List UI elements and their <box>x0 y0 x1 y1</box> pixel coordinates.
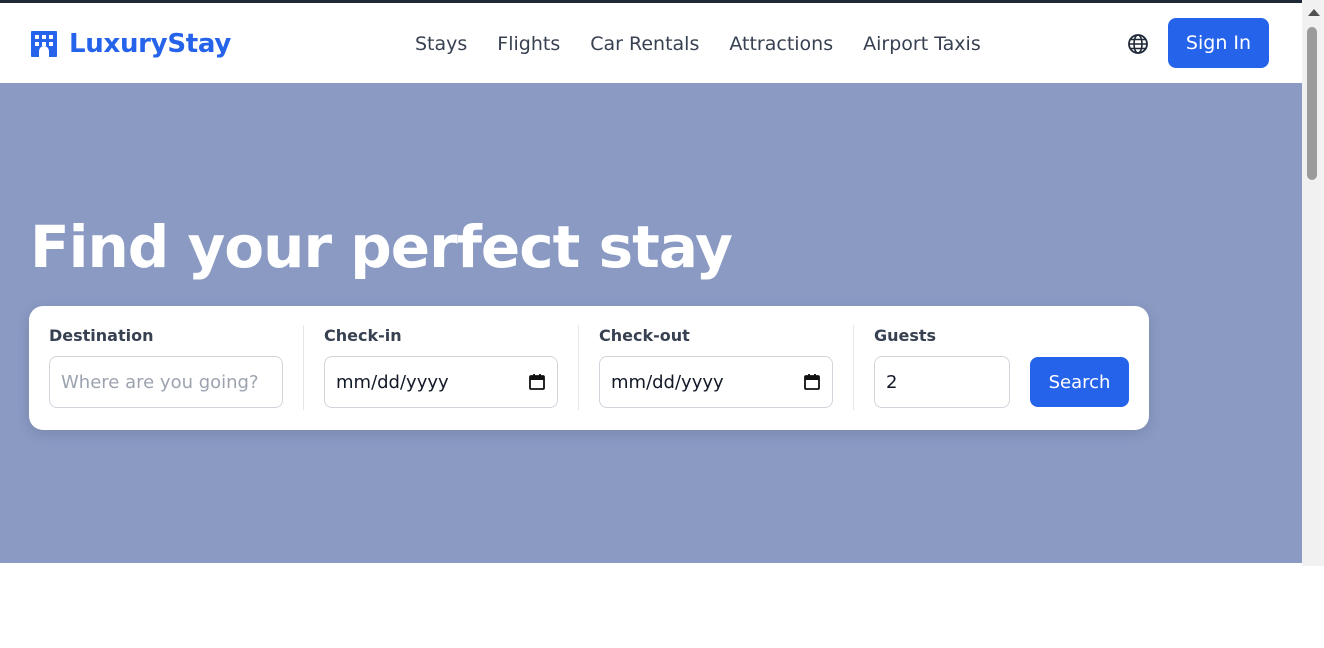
check-out-input[interactable]: mm/dd/yyyy <box>599 356 833 408</box>
guests-input[interactable]: 2 <box>874 356 1010 408</box>
nav-link-attractions[interactable]: Attractions <box>729 33 833 55</box>
sign-in-button[interactable]: Sign In <box>1168 18 1269 68</box>
check-out-label: Check-out <box>599 326 690 345</box>
main-nav: Stays Flights Car Rentals Attractions Ai… <box>415 33 981 55</box>
destination-field-group: Destination <box>49 326 283 408</box>
search-form: Destination Check-in mm/dd/yyyy Check-ou… <box>29 306 1149 430</box>
brand-name: LuxuryStay <box>69 29 231 59</box>
check-in-value: mm/dd/yyyy <box>336 371 449 393</box>
guests-label: Guests <box>874 326 937 345</box>
globe-icon[interactable] <box>1127 33 1149 55</box>
destination-input[interactable] <box>61 371 271 393</box>
nav-link-stays[interactable]: Stays <box>415 33 467 55</box>
hero-title: Find your perfect stay <box>30 213 733 281</box>
scroll-up-arrow-icon[interactable] <box>1308 9 1320 16</box>
nav-link-flights[interactable]: Flights <box>497 33 560 55</box>
guests-value: 2 <box>886 371 898 393</box>
check-in-input[interactable]: mm/dd/yyyy <box>324 356 558 408</box>
navbar: LuxuryStay Stays Flights Car Rentals Att… <box>0 3 1302 83</box>
calendar-icon[interactable] <box>803 373 821 391</box>
field-divider <box>853 325 854 410</box>
scrollbar-thumb[interactable] <box>1307 27 1317 180</box>
check-out-field-group: Check-out mm/dd/yyyy <box>599 326 833 408</box>
field-divider <box>578 325 579 410</box>
field-divider <box>303 325 304 410</box>
hotel-building-icon <box>31 31 57 57</box>
nav-link-airport-taxis[interactable]: Airport Taxis <box>863 33 981 55</box>
hero-section: Find your perfect stay Destination Check… <box>0 83 1302 563</box>
destination-label: Destination <box>49 326 154 345</box>
calendar-icon[interactable] <box>528 373 546 391</box>
check-out-value: mm/dd/yyyy <box>611 371 724 393</box>
vertical-scrollbar[interactable] <box>1302 0 1324 566</box>
brand-logo[interactable]: LuxuryStay <box>29 27 231 61</box>
nav-link-car-rentals[interactable]: Car Rentals <box>590 33 699 55</box>
destination-input-wrapper <box>49 356 283 408</box>
search-button[interactable]: Search <box>1030 357 1129 407</box>
check-in-field-group: Check-in mm/dd/yyyy <box>324 326 558 408</box>
guests-field-group: Guests 2 <box>874 326 1010 408</box>
check-in-label: Check-in <box>324 326 402 345</box>
